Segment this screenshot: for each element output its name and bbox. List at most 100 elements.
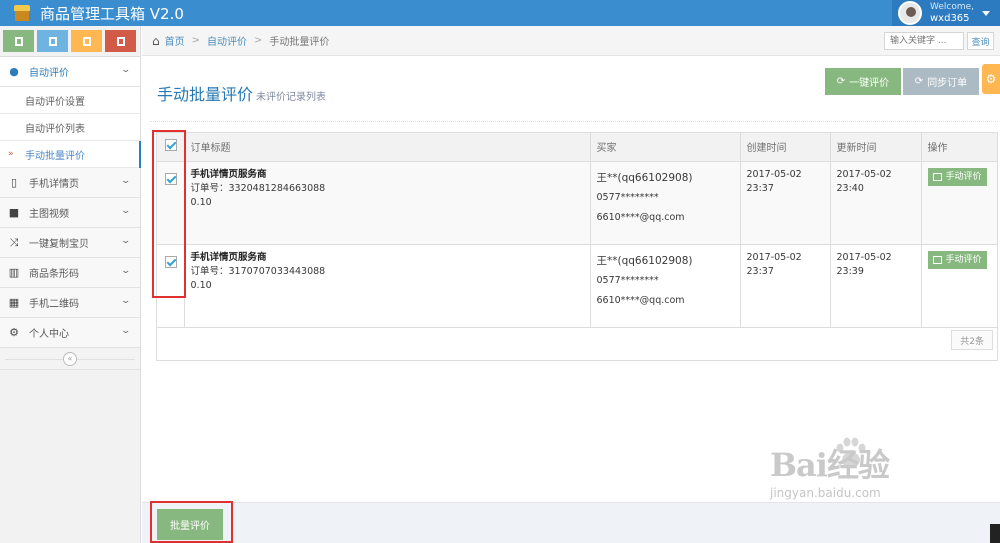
- shortcut-button-orange[interactable]: [71, 30, 102, 52]
- chevron-down-icon: ⌄: [120, 236, 132, 246]
- breadcrumb-current: 手动批量评价: [269, 37, 330, 48]
- sync-orders-button[interactable]: ⟳ 同步订单: [903, 68, 979, 95]
- sidebar: ● 自动评价 ⌄ 自动评价设置 自动评价列表 » 手动批量评价 ▯ 手机详情页 ⌄…: [0, 26, 141, 543]
- submenu-item-list[interactable]: 自动评价列表: [0, 114, 140, 141]
- button-label: 同步订单: [927, 78, 968, 89]
- shortcut-bar: [0, 26, 140, 57]
- shortcut-button-blue[interactable]: [37, 30, 68, 52]
- submenu-item-settings[interactable]: 自动评价设置: [0, 87, 140, 114]
- table-row: 手机详情页服务商 订单号：3170707033443088 0.10 王**(q…: [157, 244, 997, 328]
- sidebar-item-personal[interactable]: ⚙ 个人中心 ⌄: [0, 318, 140, 348]
- submenu-item-manual-batch[interactable]: » 手动批量评价: [0, 141, 141, 168]
- manual-review-button[interactable]: 手动评价: [927, 250, 987, 269]
- button-label: 手动评价: [945, 171, 982, 182]
- updated-time: 23:39: [836, 265, 864, 277]
- breadcrumb-home[interactable]: 首页: [165, 33, 185, 48]
- created-time-cell: 2017-05-02 23:37: [740, 161, 831, 245]
- sidebar-item-label: 商品条形码: [29, 269, 79, 280]
- buyer-email: 6610****@qq.com: [596, 294, 685, 306]
- shortcut-button-green[interactable]: [3, 30, 34, 52]
- settings-button[interactable]: ⚙: [982, 64, 1000, 94]
- avatar: [898, 1, 922, 25]
- created-time: 23:37: [746, 265, 774, 277]
- sidebar-item-label: 一键复制宝贝: [29, 239, 89, 250]
- button-label: 手动评价: [945, 254, 982, 265]
- page-title: 手动批量评价 未评价记录列表: [157, 81, 326, 105]
- sidebar-item-copy-item[interactable]: ⤨ 一键复制宝贝 ⌄: [0, 228, 140, 258]
- orders-table: 订单标题 买家 创建时间 更新时间 操作 手机详情页服务商 订单号：332048…: [156, 132, 998, 361]
- shortcut-button-red[interactable]: [105, 30, 136, 52]
- checkbox-column-highlight: [152, 130, 186, 298]
- table-header-row: 订单标题 买家 创建时间 更新时间 操作: [157, 133, 997, 162]
- batch-button-highlight: [150, 501, 233, 543]
- chevron-down-icon: ⌄: [120, 266, 132, 276]
- qrcode-icon: ▦: [8, 296, 20, 309]
- page-subtitle: 未评价记录列表: [256, 92, 327, 103]
- sidebar-item-label: 主图视频: [29, 209, 69, 220]
- column-header: 买家: [590, 133, 741, 162]
- buyer-name: 王**(qq66102908): [596, 254, 693, 267]
- submenu-label: 自动评价列表: [25, 123, 85, 135]
- breadcrumb-separator: >: [191, 35, 201, 46]
- order-title-cell: 手机详情页服务商 订单号：3170707033443088 0.10: [184, 244, 591, 328]
- table-footer: 共2条: [157, 328, 997, 360]
- sidebar-item-mobile-detail[interactable]: ▯ 手机详情页 ⌄: [0, 168, 140, 198]
- column-header: 订单标题: [184, 133, 591, 162]
- watermark-url: jingyan.baidu.com: [770, 486, 881, 500]
- chat-bubble-icon: ●: [9, 65, 19, 78]
- sidebar-item-barcode[interactable]: ▥ 商品条形码 ⌄: [0, 258, 140, 288]
- one-key-review-button[interactable]: ⟳ 一键评价: [825, 68, 901, 95]
- sidebar-item-auto-review[interactable]: ● 自动评价 ⌄: [0, 57, 140, 87]
- buyer-cell: 王**(qq66102908) 0577******** 6610****@qq…: [590, 161, 741, 245]
- table-row: 手机详情页服务商 订单号：3320481284663088 0.10 王**(q…: [157, 161, 997, 245]
- action-cell: 手动评价: [921, 161, 997, 245]
- updated-date: 2017-05-02: [836, 168, 892, 180]
- breadcrumb: ⌂ 首页 > 自动评价 > 手动批量评价 查询: [142, 26, 1000, 56]
- manual-review-button[interactable]: 手动评价: [927, 167, 987, 186]
- submenu: 自动评价设置 自动评价列表 » 手动批量评价: [0, 87, 141, 168]
- shuffle-icon: ⤨: [9, 235, 19, 249]
- order-title: 手机详情页服务商: [190, 168, 267, 180]
- chevron-down-icon: ⌄: [120, 65, 132, 75]
- created-date: 2017-05-02: [746, 251, 802, 263]
- sidebar-item-label: 手机二维码: [29, 299, 79, 310]
- buyer-name: 王**(qq66102908): [596, 171, 693, 184]
- buyer-phone: 0577********: [596, 191, 659, 203]
- sidebar-item-main-video[interactable]: ■ 主图视频 ⌄: [0, 198, 140, 228]
- video-camera-icon: ■: [8, 206, 20, 219]
- search-input[interactable]: [884, 32, 964, 50]
- sidebar-item-label: 个人中心: [29, 329, 69, 340]
- updated-time-cell: 2017-05-02 23:39: [830, 244, 922, 328]
- book-icon: [116, 36, 125, 46]
- refresh-icon: ⟳: [836, 76, 846, 87]
- updated-time-cell: 2017-05-02 23:40: [830, 161, 922, 245]
- breadcrumb-parent[interactable]: 自动评价: [207, 33, 247, 48]
- order-title-cell: 手机详情页服务商 订单号：3320481284663088 0.10: [184, 161, 591, 245]
- grid-icon: [48, 36, 57, 46]
- updated-date: 2017-05-02: [836, 251, 892, 263]
- user-menu[interactable]: Welcome, wxd365: [892, 0, 1000, 26]
- home-icon: ⌂: [152, 33, 160, 48]
- square-icon: [14, 36, 23, 46]
- app-brand[interactable]: 商品管理工具箱 V2.0: [14, 2, 184, 24]
- watermark: Bai经验 jingyan.baidu.com: [770, 440, 890, 500]
- search-button[interactable]: 查询: [967, 32, 994, 50]
- chevron-down-icon: ⌄: [120, 176, 132, 186]
- barcode-icon: ▥: [8, 266, 20, 279]
- sidebar-item-label: 手机详情页: [29, 179, 79, 190]
- toolbox-icon: [14, 5, 30, 21]
- order-number: 订单号：3320481284663088: [190, 182, 326, 194]
- edit-icon: [932, 172, 942, 181]
- created-date: 2017-05-02: [746, 168, 802, 180]
- sidebar-item-qrcode[interactable]: ▦ 手机二维码 ⌄: [0, 288, 140, 318]
- search-form: 查询: [884, 32, 994, 50]
- chevron-down-icon: ⌄: [120, 206, 132, 216]
- app-title: 商品管理工具箱 V2.0: [40, 4, 184, 23]
- buyer-phone: 0577********: [596, 274, 659, 286]
- order-title: 手机详情页服务商: [190, 251, 267, 263]
- order-amount: 0.10: [190, 196, 212, 208]
- collapse-sidebar-button[interactable]: «: [63, 351, 77, 366]
- chevron-down-icon: ⌄: [120, 326, 132, 336]
- welcome-text: Welcome,: [930, 2, 975, 12]
- sidebar-item-label: 自动评价: [29, 68, 69, 79]
